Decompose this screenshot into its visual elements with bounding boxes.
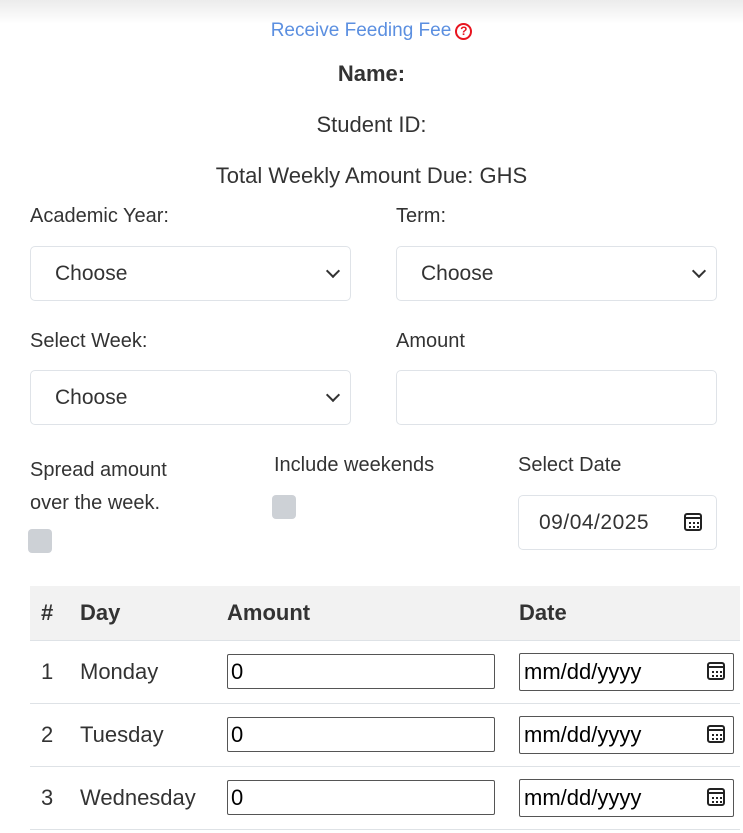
table-row: 1 Monday 0 mm/dd/yyyy xyxy=(30,640,740,703)
row-amount-input[interactable]: 0 xyxy=(227,717,495,752)
row-date-value: mm/dd/yyyy xyxy=(524,721,642,747)
row-amount-cell: 0 xyxy=(227,640,519,703)
row-amount-input[interactable]: 0 xyxy=(227,654,495,689)
include-weekends-checkbox[interactable] xyxy=(272,495,296,519)
row-number: 2 xyxy=(41,721,54,747)
term-value: Choose xyxy=(421,261,494,285)
row-date-input[interactable]: mm/dd/yyyy xyxy=(519,652,734,691)
term-label: Term: xyxy=(396,205,446,227)
calendar-icon[interactable] xyxy=(707,787,725,806)
receive-feeding-fee-link[interactable]: Receive Feeding Fee xyxy=(271,20,452,41)
row-date-value: mm/dd/yyyy xyxy=(524,784,642,810)
chevron-down-icon xyxy=(325,263,341,279)
row-day: Tuesday xyxy=(80,721,164,747)
select-date-value: 09/04/2025 xyxy=(539,510,650,534)
amount-label: Amount xyxy=(396,330,465,352)
academic-year-label: Academic Year: xyxy=(30,205,169,227)
col-header-number: # xyxy=(41,599,54,625)
student-id-label: Student ID: xyxy=(316,112,427,137)
row-day: Wednesday xyxy=(80,784,196,810)
table-header-row: # Day Amount Date xyxy=(30,586,740,640)
col-header-amount: Amount xyxy=(227,599,311,625)
student-name-label: Name: xyxy=(337,61,406,86)
table-row: 2 Tuesday 0 mm/dd/yyyy xyxy=(30,703,740,766)
help-icon[interactable]: ? xyxy=(455,22,473,40)
amount-input[interactable] xyxy=(396,370,717,425)
calendar-icon[interactable] xyxy=(707,661,725,680)
total-weekly-amount-label: Total Weekly Amount Due: GHS xyxy=(215,163,528,188)
select-week-value: Choose xyxy=(55,385,128,409)
chevron-down-icon xyxy=(691,263,707,279)
chevron-down-icon xyxy=(325,387,341,403)
row-amount-cell: 0 xyxy=(227,703,519,766)
col-header-date: Date xyxy=(519,599,567,625)
academic-year-select[interactable]: Choose xyxy=(30,246,351,301)
table-row: 3 Wednesday 0 mm/dd/yyyy xyxy=(30,766,740,829)
select-date-label: Select Date xyxy=(518,454,622,476)
row-date-cell: mm/dd/yyyy xyxy=(519,766,740,829)
include-weekends-label: Include weekends xyxy=(274,454,435,476)
row-number: 1 xyxy=(41,658,54,684)
spread-amount-label: Spread amount over the week. xyxy=(30,454,167,520)
receive-feeding-fee-header: Receive Feeding Fee? xyxy=(0,20,743,42)
spread-amount-label-line1: Spread amount xyxy=(30,459,167,481)
row-date-input[interactable]: mm/dd/yyyy xyxy=(519,715,734,754)
term-select[interactable]: Choose xyxy=(396,246,717,301)
spread-amount-label-line2: over the week. xyxy=(30,492,161,514)
row-date-value: mm/dd/yyyy xyxy=(524,658,642,684)
academic-year-value: Choose xyxy=(55,261,128,285)
row-number: 3 xyxy=(41,784,54,810)
select-date-input[interactable]: 09/04/2025 xyxy=(518,495,717,550)
row-date-cell: mm/dd/yyyy xyxy=(519,703,740,766)
select-week-select[interactable]: Choose xyxy=(30,370,351,425)
row-date-cell: mm/dd/yyyy xyxy=(519,640,740,703)
calendar-icon[interactable] xyxy=(684,513,702,531)
row-date-input[interactable]: mm/dd/yyyy xyxy=(519,778,734,817)
daily-amounts-table: # Day Amount Date 1 Monday 0 mm/dd/yyyy … xyxy=(30,586,740,830)
select-week-label: Select Week: xyxy=(30,330,148,352)
row-amount-input[interactable]: 0 xyxy=(227,780,495,815)
spread-amount-checkbox[interactable] xyxy=(28,529,52,553)
row-day: Monday xyxy=(80,658,159,684)
row-amount-cell: 0 xyxy=(227,766,519,829)
calendar-icon[interactable] xyxy=(707,724,725,743)
col-header-day: Day xyxy=(80,599,121,625)
